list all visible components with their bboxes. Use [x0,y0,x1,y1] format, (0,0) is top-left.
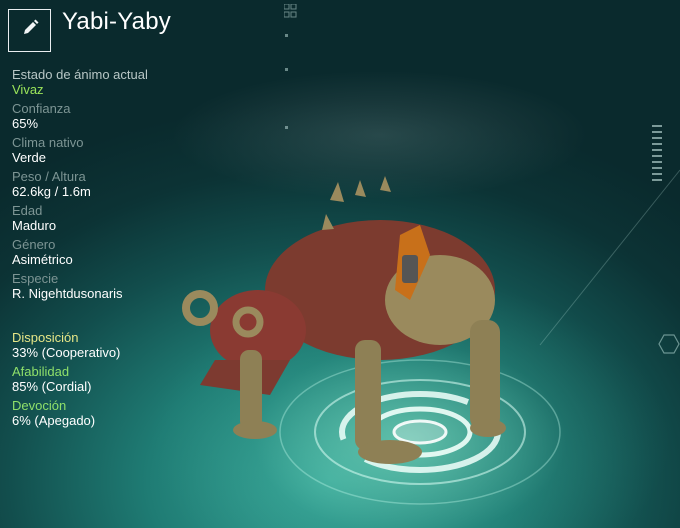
trait-label: Disposición [12,330,79,345]
stat-label: Género [12,237,56,252]
trait-value: 6% (Apegado) [12,413,96,428]
trait-devotion: Devoción 6% (Apegado) [12,398,242,429]
trait-affability: Afabilidad 85% (Cordial) [12,364,242,395]
stat-value: Maduro [12,218,57,233]
stat-weight-height: Peso / Altura 62.6kg / 1.6m [12,169,242,200]
stat-value: 65% [12,116,39,131]
creature-name: Yabi-Yaby [62,8,171,35]
stat-species: Especie R. Nigehtdusonaris [12,271,242,302]
trait-label: Devoción [12,398,67,413]
stat-value: Asimétrico [12,252,73,267]
stat-label: Peso / Altura [12,169,86,184]
trait-label: Afabilidad [12,364,70,379]
trait-value: 33% (Cooperativo) [12,345,121,360]
stat-mood: Estado de ánimo actual Vivaz [12,67,242,98]
stat-value: R. Nigehtdusonaris [12,286,123,301]
edit-name-button[interactable] [8,9,51,52]
trait-value: 85% (Cordial) [12,379,92,394]
top-hud-marks [283,3,298,139]
stat-value: 62.6kg / 1.6m [12,184,91,199]
stat-label: Estado de ánimo actual [12,67,148,82]
trait-disposition: Disposición 33% (Cooperativo) [12,330,242,361]
pencil-icon [20,18,40,43]
stat-value: Verde [12,150,46,165]
side-scroll-indicator [652,125,664,190]
stat-value: Vivaz [12,82,44,97]
stat-age: Edad Maduro [12,203,242,234]
stat-label: Confianza [12,101,71,116]
hexagon-icon [658,334,680,359]
stat-label: Clima nativo [12,135,84,150]
creature-traits: Disposición 33% (Cooperativo) Afabilidad… [12,330,242,432]
stat-trust: Confianza 65% [12,101,242,132]
creature-stats: Estado de ánimo actual Vivaz Confianza 6… [12,67,242,305]
stat-label: Especie [12,271,59,286]
stat-climate: Clima nativo Verde [12,135,242,166]
stat-gender: Género Asimétrico [12,237,242,268]
stat-label: Edad [12,203,43,218]
